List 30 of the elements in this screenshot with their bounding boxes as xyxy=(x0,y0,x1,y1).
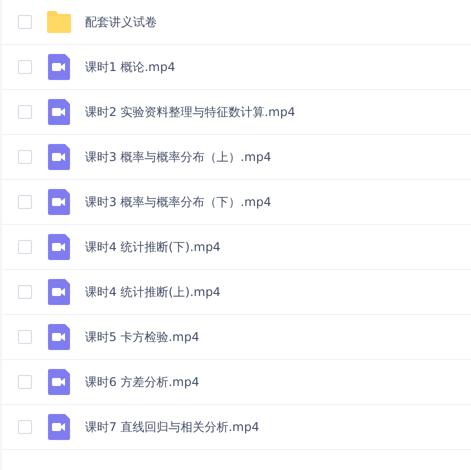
video-file-icon xyxy=(46,369,72,395)
checkbox[interactable] xyxy=(18,105,32,119)
file-name[interactable]: 课时4 统计推断(上).mp4 xyxy=(85,284,221,300)
checkbox[interactable] xyxy=(18,420,32,434)
file-name[interactable]: 课时6 方差分析.mp4 xyxy=(85,374,200,390)
checkbox[interactable] xyxy=(18,375,32,389)
file-name[interactable]: 课时7 直线回归与相关分析.mp4 xyxy=(85,418,260,436)
checkbox[interactable] xyxy=(18,330,32,344)
checkbox[interactable] xyxy=(18,285,32,299)
video-file-icon xyxy=(46,414,72,440)
file-name[interactable]: 课时2 实验资料整理与特征数计算.mp4 xyxy=(85,104,296,120)
folder-icon xyxy=(46,11,72,33)
checkbox[interactable] xyxy=(18,150,32,164)
file-name[interactable]: 课时3 概率与概率分布（上）.mp4 xyxy=(85,148,272,166)
video-file-icon xyxy=(46,144,72,170)
video-file-icon xyxy=(46,234,72,260)
file-name[interactable]: 课时4 统计推断(下).mp4 xyxy=(85,238,221,256)
checkbox[interactable] xyxy=(18,195,32,209)
checkbox[interactable] xyxy=(18,15,32,29)
file-name[interactable]: 课时5 卡方检验.mp4 xyxy=(85,328,200,346)
file-name[interactable]: 课时1 概论.mp4 xyxy=(85,58,176,76)
video-file-icon xyxy=(46,279,72,305)
video-file-icon xyxy=(46,54,72,80)
file-name[interactable]: 配套讲义试卷 xyxy=(85,14,157,30)
checkbox[interactable] xyxy=(18,60,32,74)
video-file-icon xyxy=(46,99,72,125)
video-file-icon xyxy=(46,324,72,350)
video-file-icon xyxy=(46,189,72,215)
checkbox[interactable] xyxy=(18,240,32,254)
file-name[interactable]: 课时3 概率与概率分布（下）.mp4 xyxy=(85,194,272,210)
